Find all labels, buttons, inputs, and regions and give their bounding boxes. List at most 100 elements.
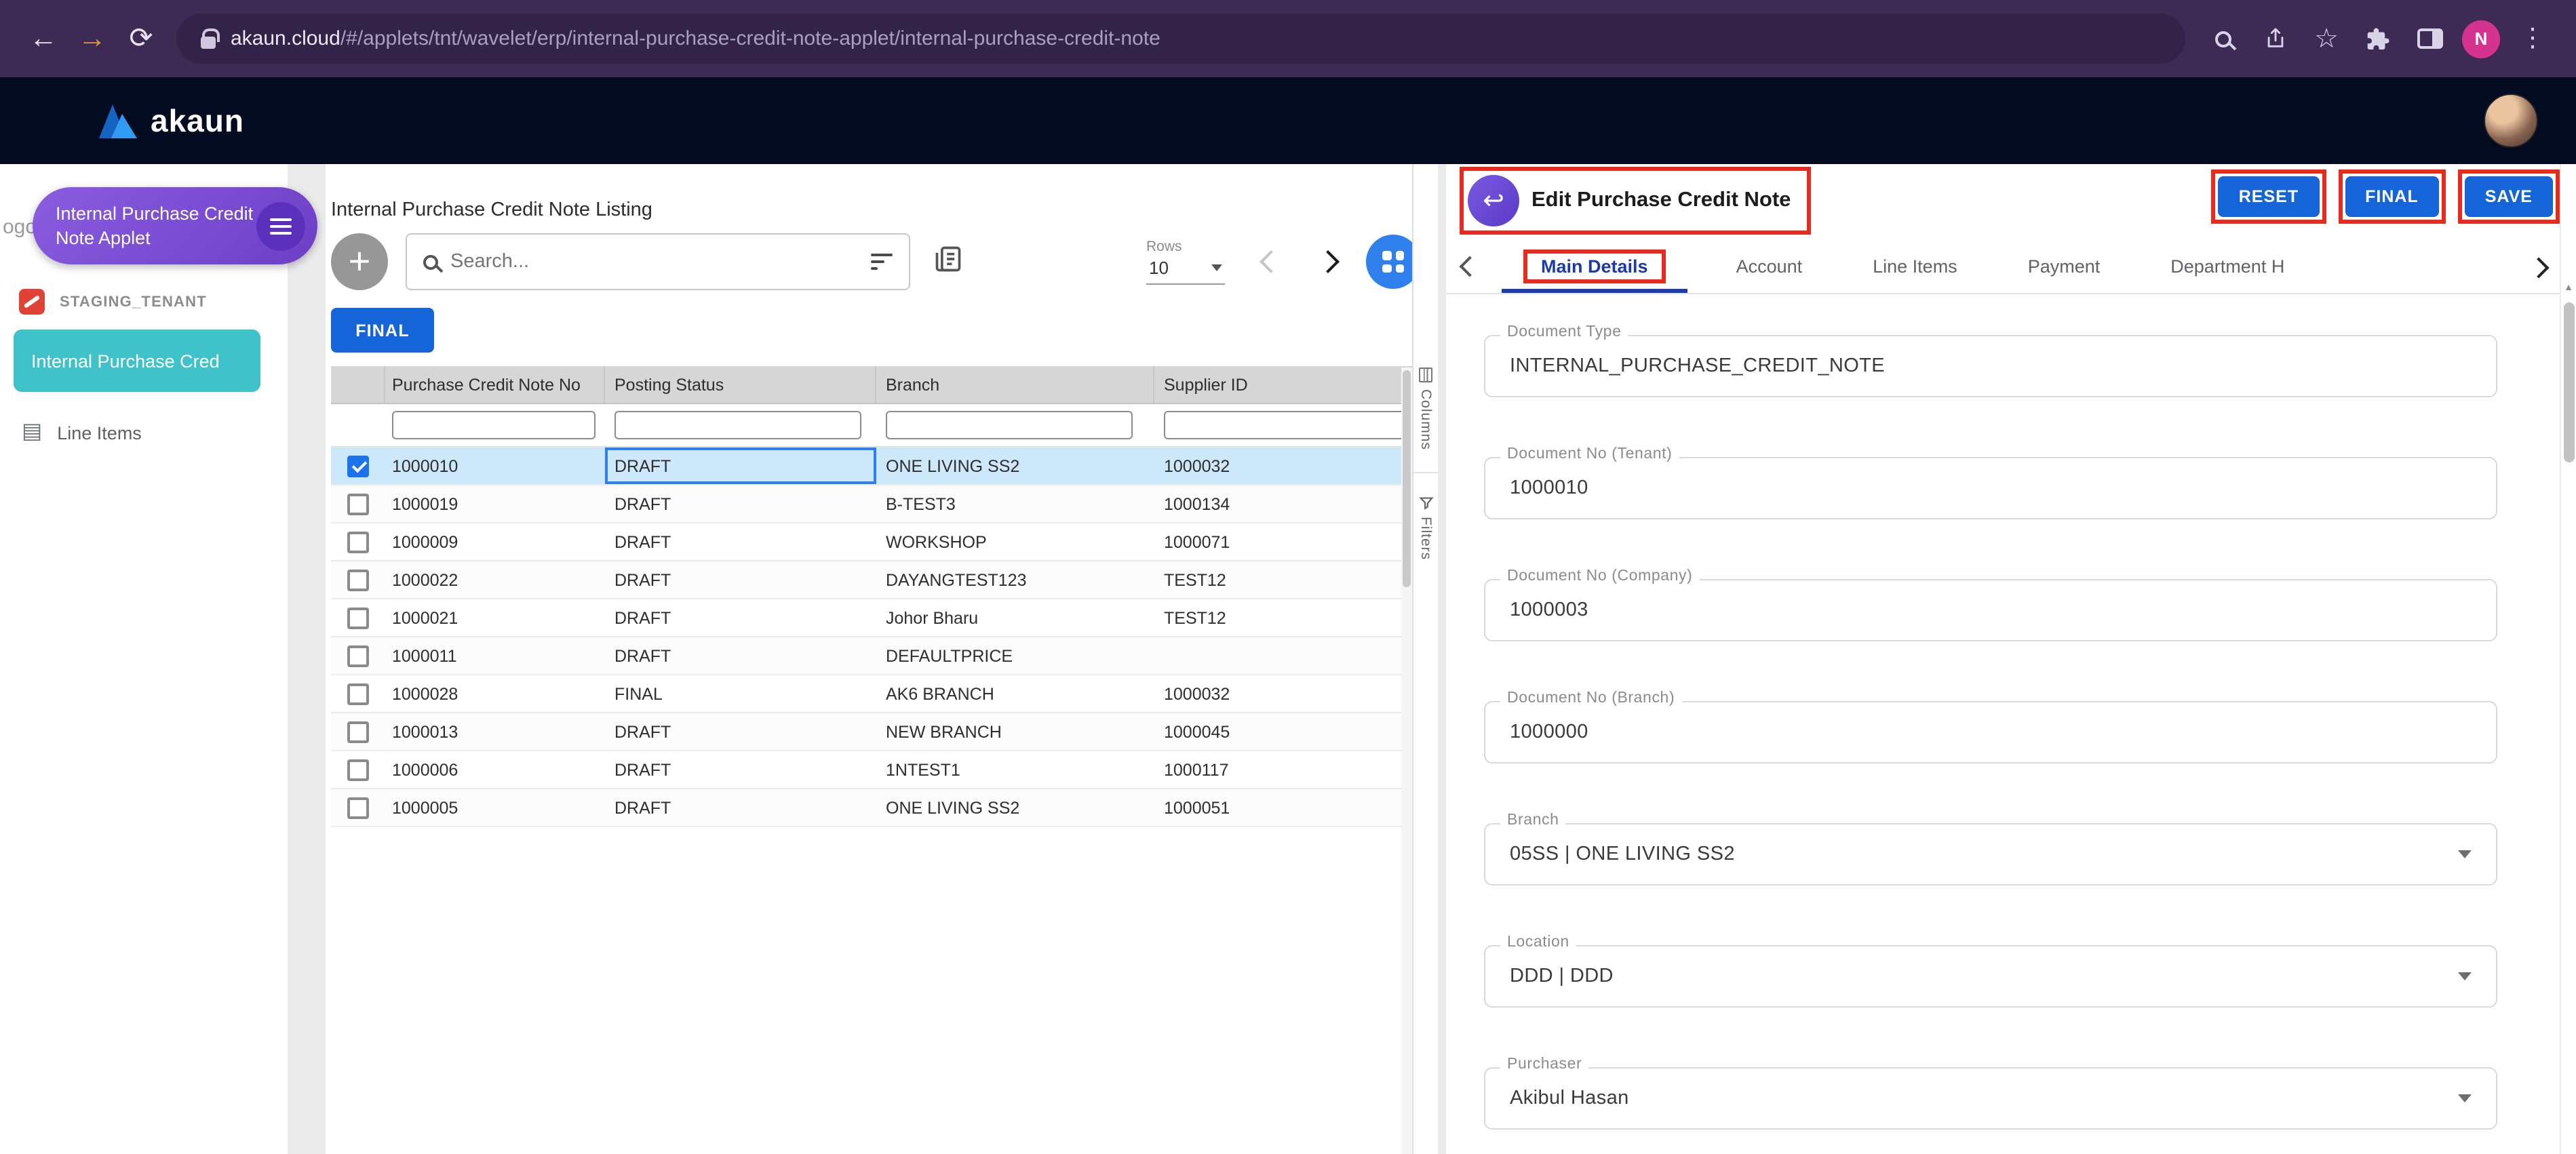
field-document-no-branch[interactable]: Document No (Branch) 1000000	[1484, 701, 2497, 763]
table-row[interactable]: 1000013 DRAFT NEW BRANCH 1000045	[331, 713, 1412, 751]
table-row[interactable]: 1000009 DRAFT WORKSHOP 1000071	[331, 523, 1412, 561]
row-checkbox[interactable]	[347, 607, 369, 629]
filter-input-branch[interactable]	[886, 411, 1133, 439]
column-header-supplier-id[interactable]: Supplier ID	[1154, 366, 1412, 403]
row-checkbox[interactable]	[347, 645, 369, 666]
list-alt-icon[interactable]	[933, 243, 963, 280]
row-checkbox[interactable]	[347, 569, 369, 591]
table-row[interactable]: 1000011 DRAFT DEFAULTPRICE	[331, 637, 1412, 675]
cell-supplier-id: 1000134	[1154, 494, 1412, 513]
tab-main-details[interactable]: Main Details	[1488, 240, 1701, 293]
listing-scrollbar[interactable]	[1401, 367, 1412, 1154]
row-checkbox[interactable]	[347, 721, 369, 742]
search-input[interactable]	[450, 251, 859, 273]
field-label: Document No (Branch)	[1500, 690, 1681, 707]
field-document-no-tenant[interactable]: Document No (Tenant) 1000010	[1484, 457, 2497, 519]
filter-input-credit-note-no[interactable]	[392, 411, 596, 439]
content-area: ogo Internal Purchase Credit Note Applet…	[0, 164, 2576, 1154]
save-button[interactable]: SAVE	[2465, 176, 2553, 217]
field-label: Location	[1500, 934, 1576, 951]
row-checkbox[interactable]	[347, 759, 369, 780]
logo-placeholder: ogo	[3, 216, 37, 239]
filters-tab[interactable]: Filters	[1418, 495, 1434, 560]
filter-input-posting-status[interactable]	[614, 411, 861, 439]
table-row[interactable]: 1000028 FINAL AK6 BRANCH 1000032	[331, 675, 1412, 713]
table-row[interactable]: 1000019 DRAFT B-TEST3 1000134	[331, 485, 1412, 523]
cell-posting-status: DRAFT	[605, 722, 876, 741]
final-button[interactable]: FINAL	[2345, 176, 2439, 217]
scroll-up-icon[interactable]: ▲	[2561, 283, 2576, 293]
tab-line-items[interactable]: Line Items	[1837, 240, 1993, 293]
field-location-dropdown[interactable]: Location DDD | DDD	[1484, 945, 2497, 1008]
scroll-thumb[interactable]	[1403, 370, 1411, 587]
zoom-search-icon[interactable]	[2199, 14, 2248, 63]
table-row[interactable]: 1000005 DRAFT ONE LIVING SS2 1000051	[331, 789, 1412, 827]
chevron-down-icon	[2458, 1094, 2472, 1102]
table-row[interactable]: 1000021 DRAFT Johor Bharu TEST12	[331, 599, 1412, 637]
tabs-scroll-right-icon[interactable]	[2528, 257, 2549, 278]
table-row[interactable]: 1000006 DRAFT 1NTEST1 1000117	[331, 751, 1412, 789]
tab-department-header[interactable]: Department H	[2135, 240, 2320, 293]
row-checkbox[interactable]	[347, 797, 369, 818]
table-row[interactable]: 1000022 DRAFT DAYANGTEST123 TEST12	[331, 561, 1412, 599]
cell-posting-status: DRAFT	[605, 608, 876, 627]
sidebar: ogo Internal Purchase Credit Note Applet…	[0, 164, 288, 1154]
cell-branch: WORKSHOP	[876, 532, 1154, 551]
row-checkbox[interactable]	[347, 531, 369, 553]
tabs-scroll-left-icon[interactable]	[1459, 256, 1480, 277]
prev-page-button[interactable]	[1260, 250, 1283, 273]
cell-posting-status: DRAFT	[605, 447, 876, 484]
row-checkbox[interactable]	[347, 455, 369, 477]
add-button[interactable]: +	[331, 233, 388, 290]
column-header-posting-status[interactable]: Posting Status	[605, 366, 876, 403]
pill-menu-button[interactable]	[256, 201, 305, 250]
columns-tab[interactable]: Columns	[1418, 367, 1434, 450]
forward-nav-icon[interactable]: →	[68, 14, 117, 63]
reload-icon[interactable]: ⟳	[117, 14, 165, 63]
search-icon	[423, 254, 438, 269]
field-value: 05SS | ONE LIVING SS2	[1510, 843, 1735, 865]
row-checkbox[interactable]	[347, 683, 369, 704]
form-header: ↩ Edit Purchase Credit Note RESET FINAL …	[1446, 164, 2560, 235]
filter-input-supplier-id[interactable]	[1164, 411, 1411, 439]
column-header-branch[interactable]: Branch	[876, 366, 1154, 403]
field-purchaser-dropdown[interactable]: Purchaser Akibul Hasan	[1484, 1067, 2497, 1130]
page-scrollbar[interactable]: ▲	[2560, 164, 2576, 1154]
profile-badge[interactable]: N	[2457, 14, 2505, 63]
extensions-icon[interactable]	[2354, 14, 2402, 63]
form-back-button[interactable]: ↩	[1468, 175, 1519, 226]
tab-payment[interactable]: Payment	[1993, 240, 2136, 293]
sidebar-item-tenant[interactable]: STAGING_TENANT	[19, 289, 207, 315]
cell-credit-note-no: 1000021	[385, 608, 605, 627]
cell-posting-status: DRAFT	[605, 760, 876, 779]
rows-per-page-selector[interactable]: Rows 10	[1146, 239, 1225, 285]
tab-label: Main Details	[1541, 256, 1648, 277]
search-box[interactable]	[406, 233, 910, 290]
column-header-credit-note-no[interactable]: Purchase Credit Note No	[385, 366, 605, 403]
table-row[interactable]: 1000010 DRAFT ONE LIVING SS2 1000032	[331, 447, 1412, 485]
user-avatar[interactable]	[2484, 94, 2538, 148]
bookmark-star-icon[interactable]: ☆	[2302, 14, 2351, 63]
browser-menu-icon[interactable]: ⋮	[2508, 14, 2557, 63]
back-nav-icon[interactable]: ←	[19, 14, 68, 63]
cell-posting-status: FINAL	[605, 684, 876, 703]
scroll-thumb[interactable]	[2564, 302, 2575, 462]
row-checkbox[interactable]	[347, 493, 369, 515]
reset-button[interactable]: RESET	[2219, 176, 2319, 217]
table-header-row: Purchase Credit Note No Posting Status B…	[331, 366, 1412, 404]
applet-pill-button[interactable]: Internal Purchase Credit Note Applet	[33, 187, 317, 264]
sidebar-item-module-button[interactable]: Internal Purchase Cred	[14, 330, 260, 392]
field-document-type[interactable]: Document Type INTERNAL_PURCHASE_CREDIT_N…	[1484, 335, 2497, 397]
listing-final-button[interactable]: FINAL	[331, 308, 434, 353]
tab-account[interactable]: Account	[1701, 240, 1838, 293]
side-panel-icon[interactable]	[2405, 14, 2454, 63]
filter-list-icon[interactable]	[871, 254, 893, 270]
field-branch-dropdown[interactable]: Branch 05SS | ONE LIVING SS2	[1484, 823, 2497, 886]
field-document-no-company[interactable]: Document No (Company) 1000003	[1484, 579, 2497, 641]
share-icon[interactable]	[2250, 14, 2299, 63]
line-items-label: Line Items	[57, 422, 142, 443]
cell-branch: ONE LIVING SS2	[876, 798, 1154, 817]
sidebar-item-line-items[interactable]: ▤ Line Items	[22, 422, 142, 443]
address-bar[interactable]: akaun.cloud/#/applets/tnt/wavelet/erp/in…	[176, 14, 2185, 64]
next-page-button[interactable]	[1316, 250, 1340, 273]
